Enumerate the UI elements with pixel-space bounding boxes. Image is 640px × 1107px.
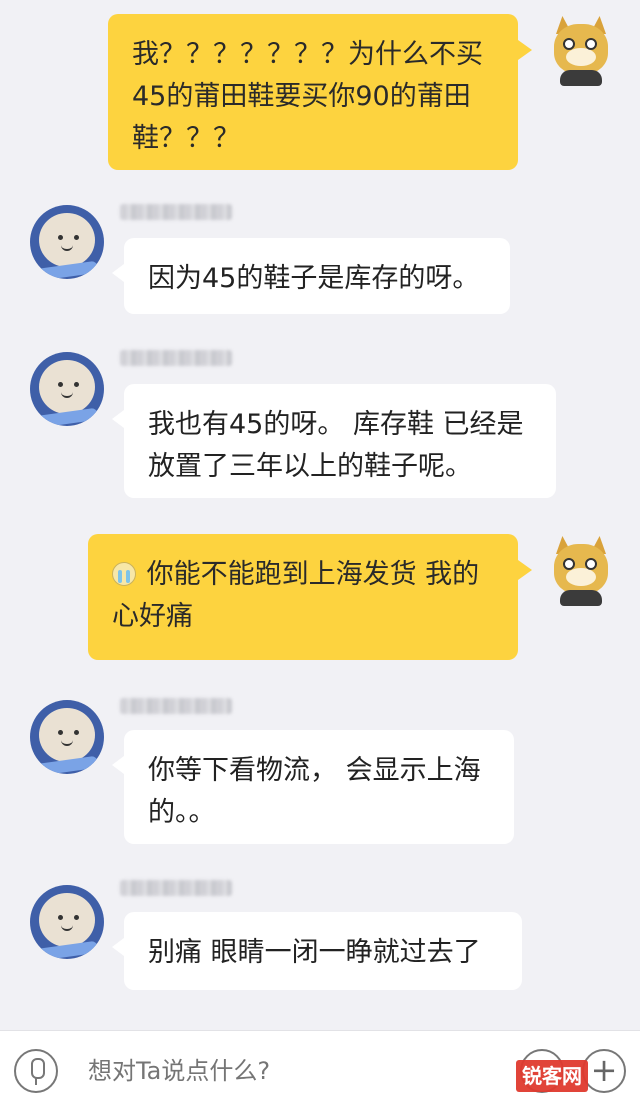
- chat-area: 我？？？？？？？为什么不买45的莆田鞋要买你90的莆田鞋？？？ 因为45的鞋子是…: [0, 0, 640, 1030]
- watermark-logo: 锐客网: [516, 1060, 588, 1092]
- contact-message-bubble: 别痛 眼睛一闭一睁就过去了: [112, 912, 522, 990]
- message-text: 我？？？？？？？为什么不买45的莆田鞋要买你90的莆田鞋？？？: [132, 39, 483, 154]
- my-avatar[interactable]: [546, 536, 616, 606]
- my-avatar[interactable]: [546, 16, 616, 86]
- message-text: 因为45的鞋子是库存的呀。: [148, 263, 480, 294]
- message-text: 别痛 眼睛一闭一睁就过去了: [148, 937, 481, 968]
- message-text: 你等下看物流， 会显示上海的。。: [148, 755, 481, 828]
- contact-avatar[interactable]: [30, 205, 104, 279]
- crying-emoji-icon: [112, 562, 136, 586]
- my-message-bubble: 我？？？？？？？为什么不买45的莆田鞋要买你90的莆田鞋？？？: [108, 14, 532, 170]
- contact-message-bubble: 因为45的鞋子是库存的呀。: [112, 238, 510, 314]
- microphone-icon[interactable]: [14, 1049, 58, 1093]
- contact-message-bubble: 我也有45的呀。 库存鞋 已经是放置了三年以上的鞋子呢。: [112, 384, 556, 498]
- message-text: 你能不能跑到上海发货 我的心好痛: [112, 559, 480, 632]
- blurred-sender-name: [120, 350, 232, 366]
- my-message-bubble: 你能不能跑到上海发货 我的心好痛: [88, 534, 532, 660]
- blurred-sender-name: [120, 204, 232, 220]
- blurred-sender-name: [120, 880, 232, 896]
- message-input[interactable]: [88, 1051, 448, 1091]
- contact-avatar[interactable]: [30, 700, 104, 774]
- contact-avatar[interactable]: [30, 885, 104, 959]
- contact-message-bubble: 你等下看物流， 会显示上海的。。: [112, 730, 514, 844]
- contact-avatar[interactable]: [30, 352, 104, 426]
- message-text: 我也有45的呀。 库存鞋 已经是放置了三年以上的鞋子呢。: [148, 409, 524, 482]
- blurred-sender-name: [120, 698, 232, 714]
- plus-icon[interactable]: +: [582, 1049, 626, 1093]
